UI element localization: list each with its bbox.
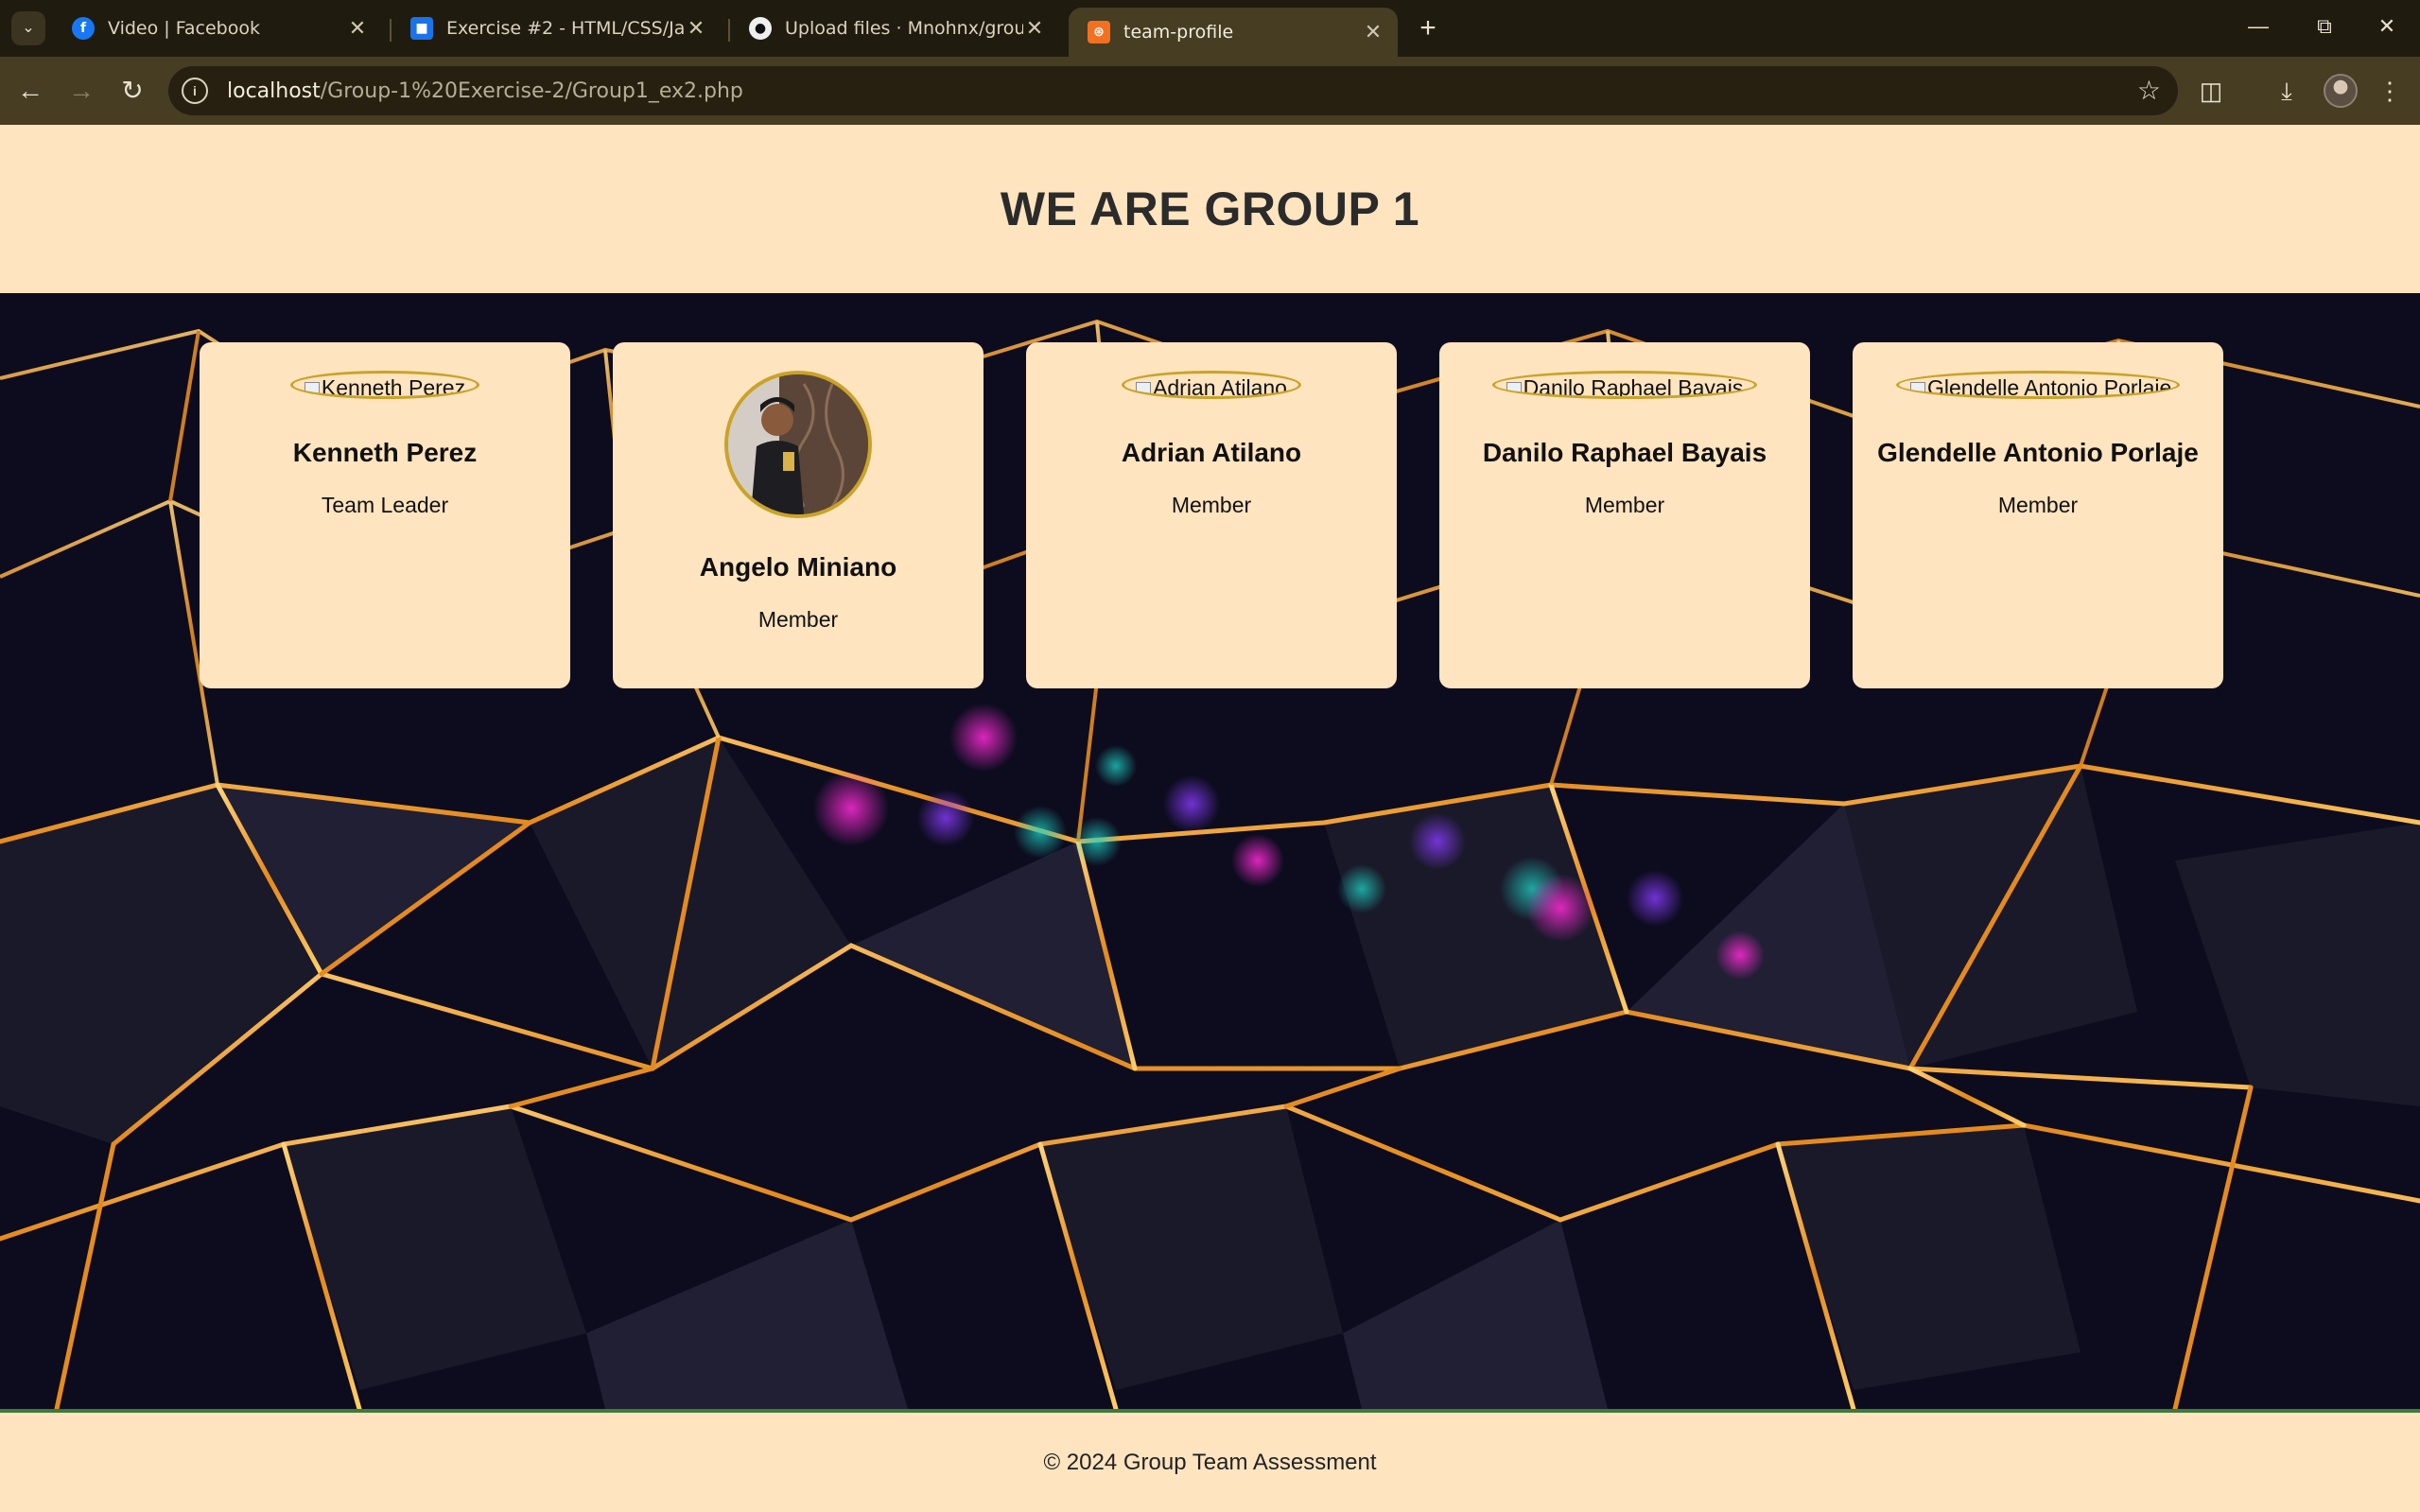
member-photo-broken: Adrian Atilano <box>1122 371 1301 399</box>
broken-image-icon <box>1506 381 1522 396</box>
member-name: Adrian Atilano <box>1121 438 1302 467</box>
member-role: Team Leader <box>321 493 449 517</box>
member-card: Kenneth Perez Kenneth Perez Team Leader <box>200 342 570 688</box>
tab-team-profile[interactable]: ⊛ team-profile ✕ <box>1069 8 1398 57</box>
broken-image-icon <box>304 381 320 396</box>
member-role: Member <box>1997 493 2079 517</box>
forward-arrow-icon[interactable]: → <box>61 70 102 112</box>
member-card: Adrian Atilano Adrian Atilano Member <box>1026 342 1397 688</box>
toolbar: ← → ↻ i localhost/Group-1%20Exercise-2/G… <box>0 57 2420 125</box>
team-section: Kenneth Perez Kenneth Perez Team Leader <box>0 293 2420 1409</box>
tab-title: Exercise #2 - HTML/CSS/Javascr <box>446 18 685 39</box>
member-card: Glendelle Antonio Porlaje Glendelle Anto… <box>1853 342 2223 688</box>
github-icon: ● <box>749 17 772 40</box>
member-photo-broken: Kenneth Perez <box>289 371 480 399</box>
member-photo-broken: Danilo Raphael Bayais <box>1491 371 1758 399</box>
member-role: Member <box>1171 493 1252 517</box>
download-icon[interactable]: ⤓ <box>2266 70 2307 112</box>
person-photo-icon <box>728 374 868 514</box>
tab-title: Video | Facebook <box>108 18 260 39</box>
facebook-icon: f <box>72 17 95 40</box>
member-photo-broken: Glendelle Antonio Porlaje <box>1896 371 2180 399</box>
restore-icon[interactable]: ⧉ <box>2296 8 2353 45</box>
tab-title: team-profile <box>1123 22 1234 43</box>
member-name: Kenneth Perez <box>292 438 478 467</box>
web-page: WE ARE GROUP 1 Kenneth Perez Kenneth Per… <box>0 125 2420 1512</box>
close-icon[interactable]: ✕ <box>685 17 707 41</box>
tab-title: Upload files · Mnohnx/group-1 <box>785 18 1023 39</box>
site-info-icon[interactable]: i <box>182 78 208 104</box>
tab-github[interactable]: ● Upload files · Mnohnx/group-1 ✕ <box>730 8 1059 49</box>
member-name: Glendelle Antonio Porlaje <box>1877 438 2199 467</box>
tab-strip: ⌄ f Video | Facebook ✕ ■ Exercise #2 - H… <box>0 0 2420 57</box>
window-close-icon[interactable]: ✕ <box>2359 8 2415 45</box>
page-title: WE ARE GROUP 1 <box>1000 182 1420 235</box>
member-name: Danilo Raphael Bayais <box>1482 438 1767 467</box>
url-text[interactable]: localhost/Group-1%20Exercise-2/Group1_ex… <box>227 79 743 103</box>
xampp-icon: ⊛ <box>1088 21 1110 43</box>
broken-image-icon <box>1910 381 1925 396</box>
reload-icon[interactable]: ↻ <box>112 70 153 112</box>
minimize-icon[interactable]: — <box>2230 8 2287 45</box>
member-card: Angelo Miniano Member <box>613 342 984 688</box>
tab-exercise[interactable]: ■ Exercise #2 - HTML/CSS/Javascr ✕ <box>392 8 721 49</box>
page-footer: © 2024 Group Team Assessment <box>0 1409 2420 1512</box>
new-tab-button[interactable]: + <box>1409 11 1447 45</box>
menu-kebab-icon[interactable]: ⋮ <box>2369 70 2411 112</box>
member-name: Angelo Miniano <box>699 552 897 582</box>
url-path: /Group-1%20Exercise-2/Group1_ex2.php <box>320 78 743 103</box>
back-arrow-icon[interactable]: ← <box>9 70 51 112</box>
bookmark-star-icon[interactable]: ☆ <box>2137 76 2161 106</box>
classroom-icon: ■ <box>410 17 433 40</box>
member-card: Danilo Raphael Bayais Danilo Raphael Bay… <box>1439 342 1810 688</box>
close-icon[interactable]: ✕ <box>1362 21 1384 44</box>
tab-search-chevron-icon[interactable]: ⌄ <box>11 11 45 45</box>
member-role: Member <box>1584 493 1665 517</box>
member-cards: Kenneth Perez Kenneth Perez Team Leader <box>0 342 2420 688</box>
tab-facebook[interactable]: f Video | Facebook ✕ <box>53 8 382 49</box>
member-role: Member <box>757 607 839 632</box>
footer-copyright: © 2024 Group Team Assessment <box>1043 1449 1377 1475</box>
close-icon[interactable]: ✕ <box>1023 17 1046 41</box>
profile-avatar[interactable] <box>2324 74 2358 108</box>
extensions-puzzle-icon[interactable]: ◫ <box>2190 70 2232 112</box>
broken-image-icon <box>1136 381 1152 396</box>
close-icon[interactable]: ✕ <box>346 17 369 41</box>
address-bar[interactable]: i localhost/Group-1%20Exercise-2/Group1_… <box>168 66 2178 115</box>
page-header: WE ARE GROUP 1 <box>0 125 2420 293</box>
member-photo <box>724 371 872 518</box>
url-host: localhost <box>227 78 321 103</box>
